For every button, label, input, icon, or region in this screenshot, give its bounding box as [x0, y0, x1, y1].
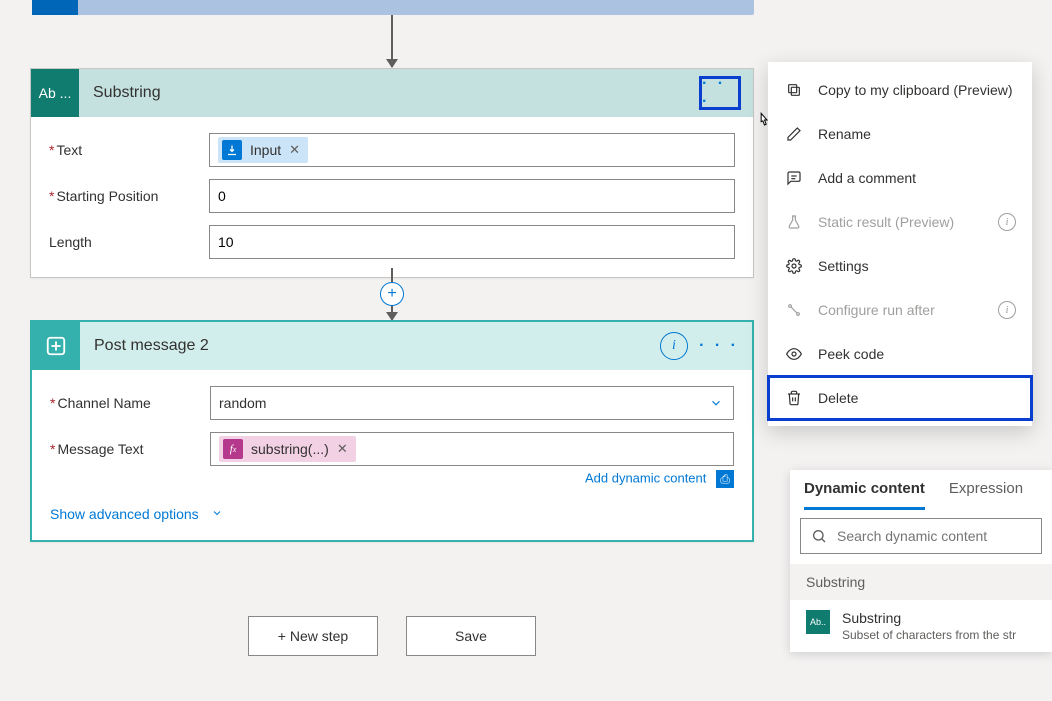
action-card-substring: Ab ... Substring · · · *Text Input ✕ — [30, 68, 754, 278]
search-icon — [811, 528, 827, 544]
channel-select[interactable]: random — [210, 386, 734, 420]
comment-icon — [784, 170, 804, 186]
menu-configure-run-after: Configure run after i — [768, 288, 1032, 332]
token-remove-icon[interactable]: ✕ — [337, 441, 348, 457]
trigger-card-partial[interactable] — [32, 0, 754, 15]
length-input[interactable] — [218, 234, 726, 250]
start-position-input[interactable] — [218, 188, 726, 204]
trigger-icon — [32, 0, 78, 15]
trash-icon — [784, 390, 804, 406]
fx-icon: fx — [223, 439, 243, 459]
card-more-button[interactable]: · · · — [699, 76, 741, 110]
card-title: Post message 2 — [80, 337, 660, 355]
dyn-search[interactable] — [800, 518, 1042, 554]
field-text-input[interactable]: Input ✕ — [209, 133, 735, 167]
card-header[interactable]: Ab ... Substring · · · — [31, 69, 753, 117]
field-start-row: *Starting Position — [49, 179, 735, 213]
token-input[interactable]: Input ✕ — [218, 137, 308, 163]
dynamic-content-panel: Dynamic content Expression Substring Ab.… — [790, 470, 1052, 652]
dyn-item-desc: Subset of characters from the str — [842, 628, 1016, 642]
dynamic-value-icon — [222, 140, 242, 160]
info-icon: i — [998, 213, 1016, 231]
card-more-button[interactable]: · · · — [698, 329, 740, 363]
menu-comment[interactable]: Add a comment — [768, 156, 1032, 200]
field-text-row: *Text Input ✕ — [49, 133, 735, 167]
add-dynamic-icon: ⎙ — [716, 470, 734, 488]
chevron-down-icon — [709, 396, 723, 410]
dyn-item-substring[interactable]: Ab.. Substring Subset of characters from… — [790, 600, 1052, 652]
dyn-item-title: Substring — [842, 610, 1016, 626]
menu-delete[interactable]: Delete — [768, 376, 1032, 420]
field-label-text: *Text — [49, 142, 209, 158]
info-icon[interactable]: i — [660, 332, 688, 360]
token-label: Input — [250, 142, 281, 158]
menu-peek-code[interactable]: Peek code — [768, 332, 1032, 376]
field-label-message: *Message Text — [50, 441, 210, 457]
slack-action-icon — [32, 322, 80, 370]
token-remove-icon[interactable]: ✕ — [289, 142, 300, 158]
flow-icon — [784, 302, 804, 318]
chevron-down-icon — [211, 507, 223, 519]
field-label-length: Length — [49, 234, 209, 250]
menu-settings[interactable]: Settings — [768, 244, 1032, 288]
field-start-input[interactable] — [209, 179, 735, 213]
new-step-button[interactable]: + New step — [248, 616, 378, 656]
menu-copy[interactable]: Copy to my clipboard (Preview) — [768, 68, 1032, 112]
action-context-menu: Copy to my clipboard (Preview) Rename Ad… — [768, 62, 1032, 426]
field-label-channel: *Channel Name — [50, 395, 210, 411]
card-title: Substring — [79, 84, 699, 102]
save-button[interactable]: Save — [406, 616, 536, 656]
show-advanced-options-link[interactable]: Show advanced options — [50, 496, 734, 522]
message-text-input[interactable]: fx substring(...) ✕ — [210, 432, 734, 466]
substring-action-icon: Ab.. — [806, 610, 830, 634]
card-header[interactable]: Post message 2 i · · · — [32, 322, 752, 370]
menu-rename[interactable]: Rename — [768, 112, 1032, 156]
tab-dynamic-content[interactable]: Dynamic content — [804, 480, 925, 510]
insert-step-button[interactable]: + — [380, 282, 404, 306]
flow-canvas: Ab ... Substring · · · *Text Input ✕ — [0, 0, 1052, 701]
dyn-search-input[interactable] — [837, 528, 1031, 544]
token-label: substring(...) — [251, 441, 329, 457]
tab-expression[interactable]: Expression — [949, 480, 1023, 510]
field-length-input[interactable] — [209, 225, 735, 259]
field-channel-row: *Channel Name random — [50, 386, 734, 420]
copy-icon — [784, 82, 804, 98]
action-card-post-message: Post message 2 i · · · *Channel Name ran… — [30, 320, 754, 542]
gear-icon — [784, 258, 804, 274]
dyn-tabs: Dynamic content Expression — [790, 470, 1052, 510]
pencil-icon — [784, 126, 804, 142]
field-message-row: *Message Text fx substring(...) ✕ — [50, 432, 734, 466]
connector-arrow — [391, 15, 393, 67]
add-dynamic-content-link[interactable]: Add dynamic content ⎙ — [50, 470, 734, 488]
eye-icon — [784, 346, 804, 362]
menu-static-result: Static result (Preview) i — [768, 200, 1032, 244]
info-icon: i — [998, 301, 1016, 319]
bottom-actions: + New step Save — [30, 616, 754, 656]
token-expression[interactable]: fx substring(...) ✕ — [219, 436, 356, 462]
field-length-row: Length — [49, 225, 735, 259]
dyn-group-header: Substring — [790, 564, 1052, 600]
field-label-start: *Starting Position — [49, 188, 209, 204]
substring-action-icon: Ab ... — [31, 69, 79, 117]
channel-value: random — [219, 395, 266, 411]
flask-icon — [784, 214, 804, 230]
